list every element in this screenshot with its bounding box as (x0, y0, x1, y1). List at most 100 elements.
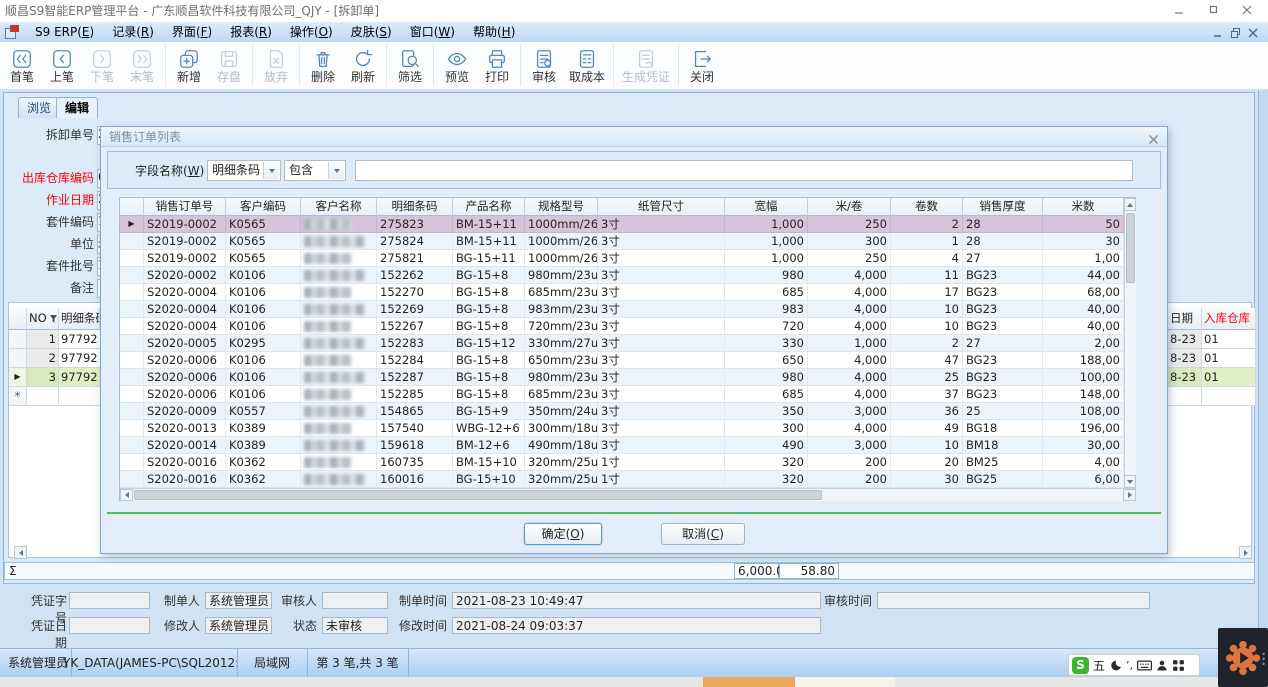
filter-value-input[interactable] (355, 160, 1133, 181)
ime-mode-label[interactable]: 五 (1093, 657, 1105, 674)
menu-item-6[interactable]: 窗口(W) (401, 22, 464, 42)
order-row[interactable]: S2020-0014K0389159618BM-12+6490mm/18um..… (120, 437, 1124, 454)
order-row[interactable]: S2020-0006K0106152284BG-15+8650mm/23um..… (120, 352, 1124, 369)
tab-edit[interactable]: 编辑 (56, 97, 98, 118)
column-header-7[interactable]: 宽幅 (725, 198, 808, 216)
row-selector[interactable] (120, 454, 144, 471)
menu-item-0[interactable]: S9 ERP(E) (26, 22, 103, 42)
order-row[interactable]: S2020-0013K0389157540WBG-12+6300mm/18um.… (120, 420, 1124, 437)
combo-dropdown-icon[interactable] (263, 162, 279, 179)
row-selector[interactable] (9, 330, 27, 349)
mdi-close-icon[interactable] (1247, 25, 1263, 39)
column-header-2[interactable]: 客户名称 (301, 198, 377, 216)
row-selector[interactable] (120, 386, 144, 403)
row-selector[interactable] (120, 284, 144, 301)
new-row-selector[interactable]: * (9, 387, 27, 406)
toolbar-refresh-button[interactable]: 刷新 (343, 42, 383, 90)
row-selector[interactable]: ▶ (120, 216, 144, 233)
row-selector[interactable] (120, 301, 144, 318)
keyboard-icon[interactable] (1137, 659, 1152, 672)
menu-item-1[interactable]: 记录(R) (103, 22, 163, 42)
row-selector[interactable]: ▶ (9, 368, 27, 387)
toolbar-close-button[interactable]: 关闭 (682, 42, 722, 90)
order-row[interactable]: S2019-0002K0565275824BM-15+111000mm/26u.… (120, 233, 1124, 250)
column-header-5[interactable]: 规格型号 (525, 198, 598, 216)
vscroll-down-arrow-icon[interactable] (1124, 475, 1136, 488)
row-selector[interactable] (9, 349, 27, 368)
field-name-combo[interactable]: 明细条码 (207, 160, 281, 181)
row-selector[interactable] (120, 403, 144, 420)
hscroll-left-arrow-icon[interactable] (120, 489, 133, 501)
maximize-icon[interactable] (1196, 0, 1230, 22)
row-selector[interactable] (120, 352, 144, 369)
hscroll-thumb[interactable] (134, 490, 822, 500)
column-header-9[interactable]: 卷数 (891, 198, 963, 216)
row-selector[interactable] (120, 420, 144, 437)
toolbar-filter-button[interactable]: 筛选 (390, 42, 430, 90)
row-selector[interactable] (120, 233, 144, 250)
order-row[interactable]: S2020-0009K0557154865BG-15+9350mm/24um..… (120, 403, 1124, 420)
order-row[interactable]: S2020-0005K0295152283BG-15+12330mm/27um.… (120, 335, 1124, 352)
ime-punct-icon[interactable]: ’, (1126, 659, 1133, 672)
column-header-3[interactable]: 明细条码 (377, 198, 453, 216)
column-header-4[interactable]: 产品名称 (453, 198, 525, 216)
person-icon[interactable] (1156, 659, 1168, 672)
order-row[interactable]: S2020-0002K0106152262BG-15+8980mm/23um..… (120, 267, 1124, 284)
column-header-10[interactable]: 销售厚度 (963, 198, 1043, 216)
dialog-close-icon[interactable] (1148, 131, 1159, 151)
cell-warehouse[interactable]: 01 (1202, 368, 1256, 387)
sales-order-table[interactable]: 销售订单号客户编码客户名称明细条码产品名称规格型号纸管尺寸宽幅米/卷卷数销售厚度… (119, 197, 1136, 501)
close-icon[interactable] (1230, 0, 1264, 22)
row-selector[interactable] (120, 267, 144, 284)
toolbar-delete-button[interactable]: 删除 (303, 42, 343, 90)
gear-play-icon[interactable] (1224, 639, 1262, 677)
row-selector[interactable] (120, 318, 144, 335)
column-header-0[interactable]: 销售订单号 (144, 198, 226, 216)
toolbar-preview-button[interactable]: 预览 (437, 42, 477, 90)
cell-barcode[interactable]: 97792 (59, 368, 100, 387)
cell-barcode[interactable]: 97792 (59, 349, 100, 368)
hscroll-right-arrow-icon[interactable] (1123, 489, 1136, 501)
toolbar-cost-button[interactable]: 取成本 (564, 42, 610, 90)
cell-barcode[interactable]: 97792 (59, 330, 100, 349)
cancel-button[interactable]: 取消(C) (661, 523, 745, 545)
order-row[interactable]: S2020-0004K0106152269BG-15+8983mm/23um..… (120, 301, 1124, 318)
toolbar-new-button[interactable]: 新增 (169, 42, 209, 90)
order-row[interactable]: S2020-0006K0106152285BG-15+8685mm/23um..… (120, 386, 1124, 403)
corner-widget[interactable]: ••• (1218, 628, 1268, 687)
order-row[interactable]: ▶S2019-0002K0565275823BM-15+111000mm/26u… (120, 216, 1124, 233)
minimize-icon[interactable] (1162, 0, 1196, 22)
order-row[interactable]: S2020-0016K0362160016BG-15+10320mm/25um.… (120, 471, 1124, 488)
menu-item-3[interactable]: 报表(R) (221, 22, 281, 42)
grid-hscroll-right-arrow-icon[interactable] (1239, 546, 1252, 559)
vscroll-up-arrow-icon[interactable] (1124, 198, 1136, 211)
cell-warehouse[interactable]: 01 (1202, 330, 1256, 349)
ok-button[interactable]: 确定(O) (524, 523, 602, 545)
table-vscrollbar[interactable] (1124, 198, 1136, 488)
dialog-titlebar[interactable]: 销售订单列表 (101, 127, 1167, 147)
toolbar-audit-button[interactable]: 审核 (524, 42, 564, 90)
menu-item-4[interactable]: 操作(O) (281, 22, 342, 42)
grid-hscroll-left-arrow-icon[interactable] (14, 546, 27, 559)
mdi-restore-icon[interactable] (1230, 25, 1246, 39)
grid-icon[interactable] (1172, 659, 1185, 672)
ime-logo-icon[interactable]: S (1072, 657, 1089, 674)
order-row[interactable]: S2019-0002K0565275821BG-15+111000mm/26u.… (120, 250, 1124, 267)
order-row[interactable]: S2020-0006K0106152287BG-15+8980mm/23um..… (120, 369, 1124, 386)
table-hscrollbar[interactable] (120, 488, 1136, 501)
toolbar-first-button[interactable]: 首笔 (2, 42, 42, 90)
row-selector[interactable] (120, 369, 144, 386)
order-row[interactable]: S2020-0004K0106152270BG-15+8685mm/23um..… (120, 284, 1124, 301)
column-header-11[interactable]: 米数 (1043, 198, 1124, 216)
row-selector[interactable] (120, 471, 144, 488)
row-selector-header[interactable] (120, 198, 144, 216)
row-selector[interactable] (120, 335, 144, 352)
tab-browse[interactable]: 浏览 (18, 97, 60, 118)
menu-item-5[interactable]: 皮肤(S) (342, 22, 401, 42)
column-header-6[interactable]: 纸管尺寸 (598, 198, 725, 216)
vscroll-thumb[interactable] (1126, 213, 1135, 283)
toolbar-prev-button[interactable]: 上笔 (42, 42, 82, 90)
mdi-minimize-icon[interactable] (1212, 25, 1228, 39)
row-selector[interactable] (120, 437, 144, 454)
cell-warehouse[interactable]: 01 (1202, 349, 1256, 368)
